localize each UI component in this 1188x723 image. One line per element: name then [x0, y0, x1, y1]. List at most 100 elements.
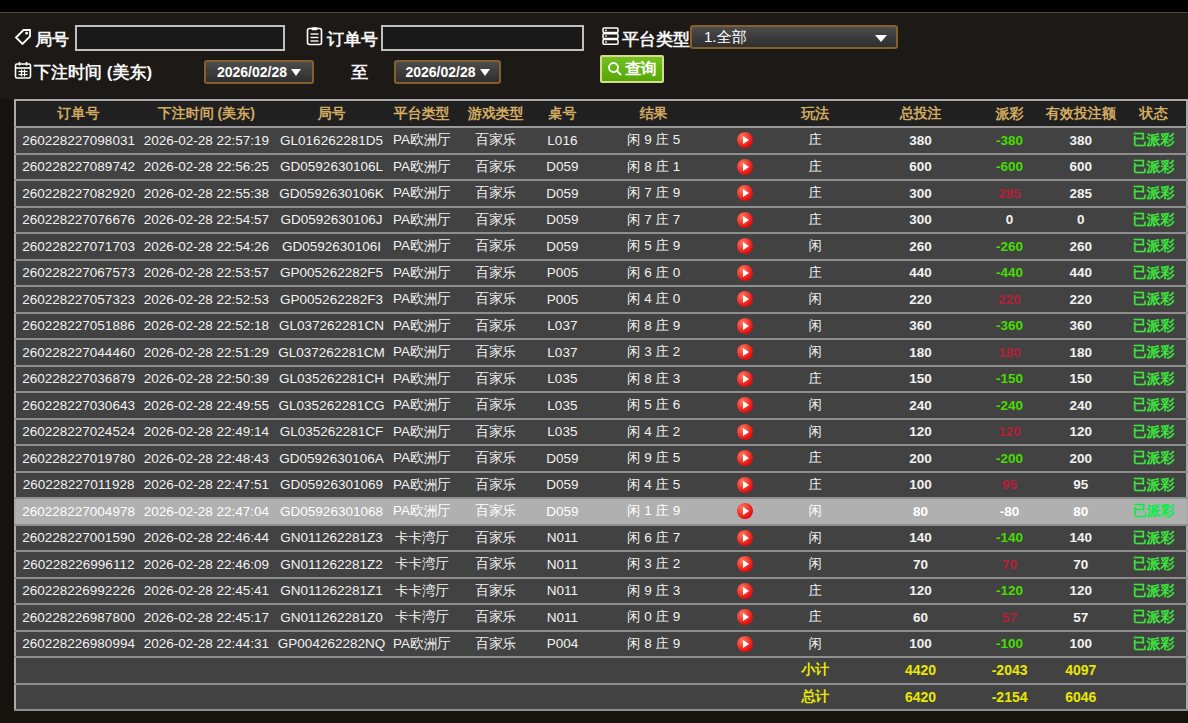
platform-select[interactable]: 1.全部: [690, 25, 898, 49]
play-video-icon[interactable]: [737, 556, 753, 572]
subtotal-row-cell: [722, 657, 768, 684]
play-video-icon[interactable]: [737, 132, 753, 148]
grand-total-row-cell: [271, 684, 391, 711]
date-to-select[interactable]: 2026/02/28: [394, 60, 501, 84]
bet-time-label: 下注时间 (美东): [34, 61, 152, 84]
date-from-value: 2026/02/28: [217, 64, 287, 80]
total-bet-cell: 100: [862, 631, 978, 658]
table-row[interactable]: 260228227011928 2026-02-28 22:47:51 GD05…: [15, 472, 1187, 499]
table-row[interactable]: 260228227057323 2026-02-28 22:52:53 GP00…: [15, 286, 1187, 313]
game-no-input[interactable]: [75, 25, 285, 51]
play-video-icon[interactable]: [737, 450, 753, 466]
status-cell: 已派彩: [1121, 525, 1187, 552]
play-video-icon[interactable]: [737, 212, 753, 228]
subtotal-row-cell: [585, 657, 722, 684]
table-no-cell: L037: [540, 339, 585, 366]
game-no-cell: GP005262282F3: [271, 286, 391, 313]
table-row[interactable]: 260228227044460 2026-02-28 22:51:29 GL03…: [15, 339, 1187, 366]
play-type-cell: 闲: [768, 498, 862, 525]
table-row[interactable]: 260228227051886 2026-02-28 22:52:18 GL03…: [15, 313, 1187, 340]
table-row[interactable]: 260228227098031 2026-02-28 22:57:19 GL01…: [15, 127, 1187, 154]
valid-bet-cell: 360: [1041, 313, 1121, 340]
play-type-cell: 庄: [768, 472, 862, 499]
status-cell: 已派彩: [1121, 127, 1187, 154]
bet-time-cell: 2026-02-28 22:45:17: [141, 604, 271, 631]
video-cell: [722, 207, 768, 234]
table-row[interactable]: 260228227089742 2026-02-28 22:56:25 GD05…: [15, 154, 1187, 181]
valid-bet-cell: 0: [1041, 207, 1121, 234]
table-row[interactable]: 260228227001590 2026-02-28 22:46:44 GN01…: [15, 525, 1187, 552]
bet-time-cell: 2026-02-28 22:45:41: [141, 578, 271, 605]
grand-total-row-cell: -2154: [979, 684, 1041, 711]
game-no-cell: GD05926301068: [271, 498, 391, 525]
clipboard-icon: [305, 26, 324, 47]
status-cell: 已派彩: [1121, 366, 1187, 393]
play-video-icon[interactable]: [737, 318, 753, 334]
video-cell: [722, 525, 768, 552]
table-row[interactable]: 260228226996112 2026-02-28 22:46:09 GN01…: [15, 551, 1187, 578]
play-video-icon[interactable]: [737, 291, 753, 307]
payout-cell: 120: [979, 419, 1041, 446]
play-video-icon[interactable]: [737, 238, 753, 254]
subtotal-row-cell: 小计: [768, 657, 862, 684]
play-type-cell: 庄: [768, 366, 862, 393]
table-row[interactable]: 260228227076676 2026-02-28 22:54:57 GD05…: [15, 207, 1187, 234]
table-row[interactable]: 260228227082920 2026-02-28 22:55:38 GD05…: [15, 180, 1187, 207]
table-row[interactable]: 260228227030643 2026-02-28 22:49:55 GL03…: [15, 392, 1187, 419]
status-cell: 已派彩: [1121, 604, 1187, 631]
total-bet-cell: 80: [862, 498, 978, 525]
play-video-icon[interactable]: [737, 265, 753, 281]
table-no-cell: D059: [540, 233, 585, 260]
payout-cell: 220: [979, 286, 1041, 313]
play-video-icon[interactable]: [737, 185, 753, 201]
table-row[interactable]: 260228227024524 2026-02-28 22:49:14 GL03…: [15, 419, 1187, 446]
filter-panel: 局号 订单号 平台类型 1.全部 下注时间 (美东) 2026/02/28 至 …: [0, 12, 1188, 99]
play-video-icon[interactable]: [737, 397, 753, 413]
game-no-cell: GL037262281CN: [271, 313, 391, 340]
table-row[interactable]: 260228227071703 2026-02-28 22:54:26 GD05…: [15, 233, 1187, 260]
play-video-icon[interactable]: [737, 609, 753, 625]
play-video-icon[interactable]: [737, 159, 753, 175]
table-no-cell: L035: [540, 419, 585, 446]
video-cell: [722, 498, 768, 525]
column-header: 总投注: [862, 100, 978, 127]
table-row[interactable]: 260228226987800 2026-02-28 22:45:17 GN01…: [15, 604, 1187, 631]
result-cell: 闲 4 庄 0: [585, 286, 722, 313]
table-row[interactable]: 260228227036879 2026-02-28 22:50:39 GL03…: [15, 366, 1187, 393]
table-no-cell: D059: [540, 498, 585, 525]
chevron-down-icon: [875, 35, 887, 42]
query-button[interactable]: 查询: [600, 55, 664, 83]
grand-total-row-cell: [392, 684, 452, 711]
play-video-icon[interactable]: [737, 424, 753, 440]
date-from-select[interactable]: 2026/02/28: [204, 60, 314, 84]
table-no-cell: D059: [540, 180, 585, 207]
play-video-icon[interactable]: [737, 503, 753, 519]
game-type-cell: 百家乐: [452, 127, 540, 154]
bet-time-cell: 2026-02-28 22:47:51: [141, 472, 271, 499]
table-row[interactable]: 260228227019780 2026-02-28 22:48:43 GD05…: [15, 445, 1187, 472]
play-video-icon[interactable]: [737, 636, 753, 652]
table-row[interactable]: 260228227067573 2026-02-28 22:53:57 GP00…: [15, 260, 1187, 287]
play-type-cell: 庄: [768, 445, 862, 472]
bet-time-cell: 2026-02-28 22:56:25: [141, 154, 271, 181]
valid-bet-cell: 285: [1041, 180, 1121, 207]
play-video-icon[interactable]: [737, 344, 753, 360]
play-type-cell: 闲: [768, 233, 862, 260]
result-cell: 闲 5 庄 6: [585, 392, 722, 419]
table-row[interactable]: 260228227004978 2026-02-28 22:47:04 GD05…: [15, 498, 1187, 525]
play-type-cell: 闲: [768, 525, 862, 552]
payout-cell: -80: [979, 498, 1041, 525]
play-video-icon[interactable]: [737, 583, 753, 599]
table-row[interactable]: 260228226980994 2026-02-28 22:44:31 GP00…: [15, 631, 1187, 658]
to-label: 至: [351, 61, 368, 84]
payout-cell: -360: [979, 313, 1041, 340]
play-type-cell: 闲: [768, 631, 862, 658]
game-no-cell: GD0592630106A: [271, 445, 391, 472]
table-row[interactable]: 260228226992226 2026-02-28 22:45:41 GN01…: [15, 578, 1187, 605]
play-video-icon[interactable]: [737, 530, 753, 546]
column-header: [722, 100, 768, 127]
play-video-icon[interactable]: [737, 371, 753, 387]
play-video-icon[interactable]: [737, 477, 753, 493]
result-cell: 闲 4 庄 2: [585, 419, 722, 446]
order-no-input[interactable]: [381, 25, 584, 51]
